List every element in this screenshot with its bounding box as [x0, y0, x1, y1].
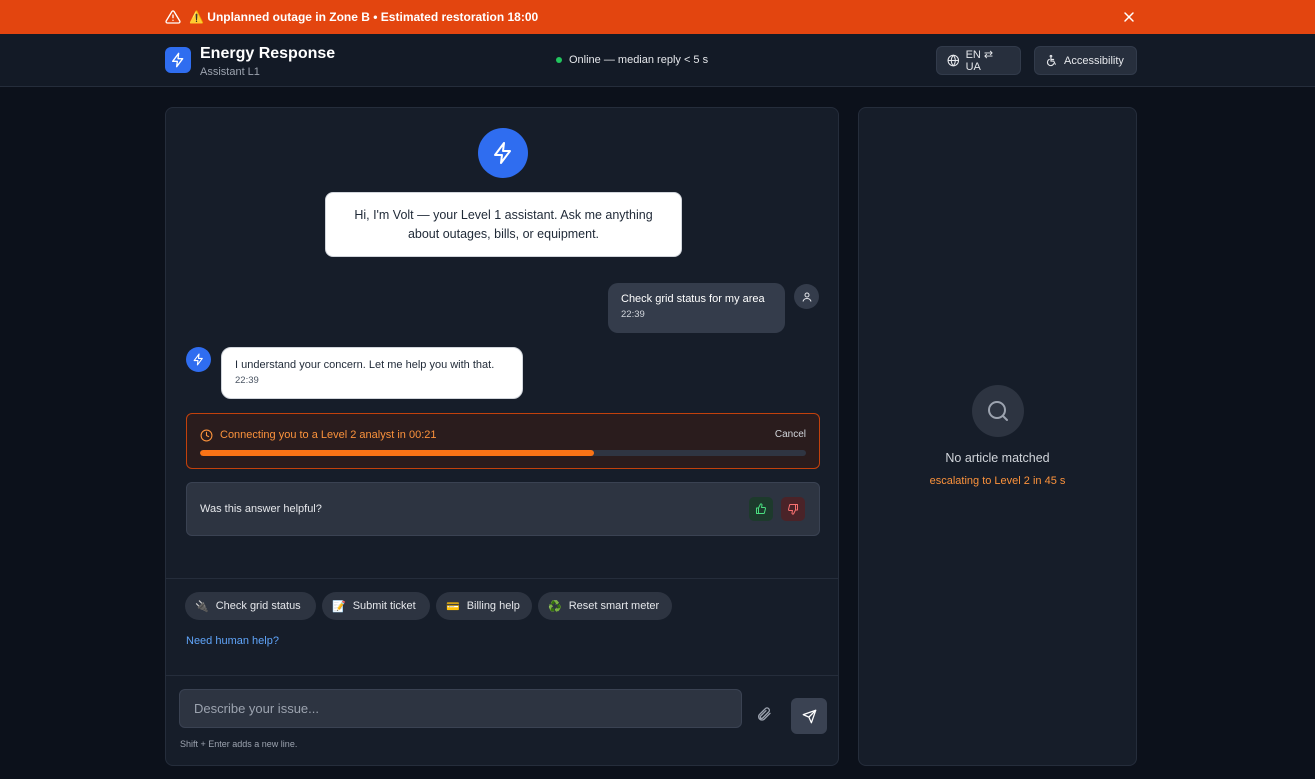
send-button[interactable]: [791, 698, 827, 734]
thumbs-up-button[interactable]: [749, 497, 773, 521]
chat-panel: Hi, I'm Volt — your Level 1 assistant. A…: [165, 107, 839, 766]
credit-card-icon: 💳: [446, 600, 460, 613]
quick-reply-reset-smart-meter[interactable]: ♻️ Reset smart meter: [538, 592, 672, 620]
bolt-icon: [494, 142, 511, 164]
accessibility-button[interactable]: Accessibility: [1034, 46, 1137, 75]
close-icon[interactable]: [1121, 9, 1137, 25]
plug-icon: 🔌: [195, 600, 209, 613]
language-toggle-button[interactable]: EN ⇄ UA: [936, 46, 1021, 75]
bot-message-text: I understand your concern. Let me help y…: [235, 359, 495, 371]
bot-message-bubble: I understand your concern. Let me help y…: [221, 347, 523, 399]
escalation-countdown: Connecting you to a Level 2 analyst in 0…: [186, 413, 820, 469]
knowledge-panel: No article matched escalating to Level 2…: [858, 107, 1137, 766]
accessibility-label: Accessibility: [1064, 54, 1124, 67]
quick-reply-label: Check grid status: [215, 600, 301, 612]
feedback-box: Was this answer helpful?: [186, 482, 820, 536]
no-article-title: No article matched: [945, 451, 1050, 465]
user-icon: [802, 292, 811, 302]
thumbs-down-button[interactable]: [781, 497, 805, 521]
recycle-icon: ♻️: [548, 600, 562, 613]
bot-avatar: [186, 347, 211, 372]
bot-message-time: 22:39: [235, 375, 259, 386]
cancel-escalation-button[interactable]: Cancel: [775, 429, 806, 440]
search-placeholder: [972, 385, 1024, 437]
escalation-progress-fill: [200, 450, 594, 456]
human-help-link[interactable]: Need human help?: [186, 635, 279, 647]
accessibility-icon: [1046, 54, 1056, 67]
app-title: Energy Response: [200, 45, 336, 62]
divider: [166, 578, 838, 579]
thumbs-down-icon: [788, 504, 798, 515]
user-message-bubble: Check grid status for my area 22:39: [608, 283, 785, 333]
language-label: EN ⇄ UA: [965, 49, 994, 73]
quick-reply-submit-ticket[interactable]: 📝 Submit ticket: [322, 592, 430, 620]
send-icon: [802, 709, 816, 723]
clock-icon: [200, 429, 213, 442]
bot-avatar-large: [478, 128, 528, 178]
banner-text: ⚠️ Unplanned outage in Zone B • Estimate…: [189, 10, 539, 24]
warning-icon: [165, 10, 181, 24]
app-header: Energy Response Assistant L1 Online — me…: [0, 34, 1315, 87]
escalation-progress-track: [200, 450, 806, 456]
online-dot-icon: [556, 57, 562, 63]
online-status: Online — median reply < 5 s: [556, 54, 708, 66]
quick-reply-label: Reset smart meter: [568, 600, 660, 612]
user-avatar: [794, 284, 819, 309]
bolt-logo-icon: [165, 47, 191, 73]
status-text: Online — median reply < 5 s: [569, 54, 709, 66]
quick-reply-label: Submit ticket: [352, 600, 416, 612]
search-icon: [988, 401, 1008, 421]
escalation-note: escalating to Level 2 in 45 s: [929, 475, 1066, 487]
input-hint: Shift + Enter adds a new line.: [180, 739, 298, 749]
quick-reply-billing-help[interactable]: 💳 Billing help: [436, 592, 532, 620]
quick-reply-check-grid-status[interactable]: 🔌 Check grid status: [185, 592, 316, 620]
paperclip-icon[interactable]: [756, 706, 772, 722]
globe-icon: [947, 54, 960, 67]
user-message-text: Check grid status for my area: [621, 293, 765, 305]
message-input[interactable]: [179, 689, 742, 728]
user-message-time: 22:39: [621, 309, 645, 320]
greeting-bubble: Hi, I'm Volt — your Level 1 assistant. A…: [325, 192, 682, 257]
memo-icon: 📝: [332, 600, 346, 613]
quick-reply-label: Billing help: [466, 600, 520, 612]
outage-banner: ⚠️ Unplanned outage in Zone B • Estimate…: [0, 0, 1315, 34]
app-subtitle: Assistant L1: [200, 66, 260, 78]
thumbs-up-icon: [756, 503, 766, 514]
feedback-question: Was this answer helpful?: [200, 503, 322, 515]
bolt-icon: [193, 353, 203, 366]
divider: [166, 675, 838, 676]
escalation-text: Connecting you to a Level 2 analyst in 0…: [220, 429, 437, 441]
